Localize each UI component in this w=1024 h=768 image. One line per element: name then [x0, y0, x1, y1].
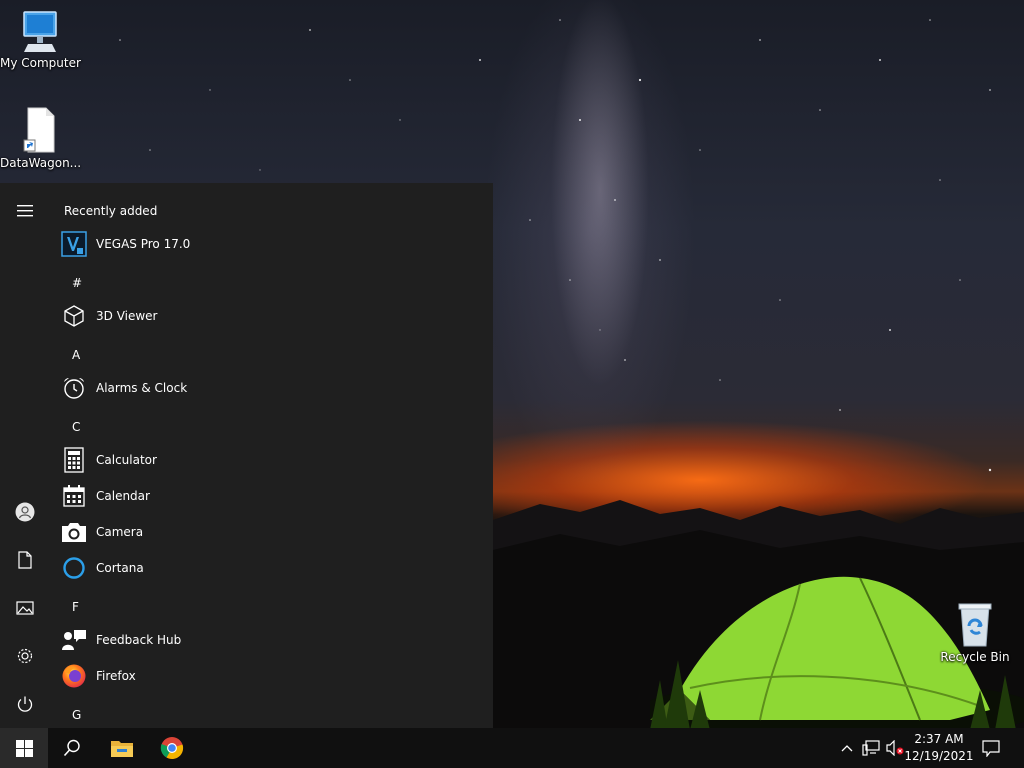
documents-icon — [18, 551, 32, 569]
cube-icon — [60, 302, 88, 330]
chrome-icon — [160, 737, 184, 760]
pictures-button[interactable] — [0, 586, 50, 630]
firefox-icon — [60, 662, 88, 690]
app-name: Camera — [96, 525, 144, 539]
group-letter-c[interactable]: C — [72, 420, 80, 434]
search-icon — [63, 739, 80, 757]
app-name: Calculator — [96, 453, 157, 467]
search-button[interactable] — [48, 728, 96, 768]
expand-menu-button[interactable] — [0, 189, 50, 233]
speaker-muted-icon — [886, 740, 904, 756]
chevron-up-icon — [841, 745, 853, 752]
app-name: Cortana — [96, 561, 144, 575]
documents-button[interactable] — [0, 538, 50, 582]
document-shortcut-icon — [23, 107, 55, 153]
app-item-camera[interactable]: Camera — [60, 514, 480, 550]
app-item-calendar[interactable]: Calendar — [60, 478, 480, 514]
app-name: Alarms & Clock — [96, 381, 188, 395]
desktop-icon-datawagon[interactable]: DataWagon... — [0, 106, 82, 170]
app-item-3d-viewer[interactable]: 3D Viewer — [60, 298, 480, 334]
feedback-icon — [60, 626, 88, 654]
show-hidden-icons-button[interactable] — [836, 728, 858, 768]
app-name: VEGAS Pro 17.0 — [96, 237, 191, 251]
file-explorer-button[interactable] — [98, 728, 146, 768]
desktop-icon-recycle-bin[interactable]: Recycle Bin — [935, 602, 1015, 664]
desktop-icon-label: My Computer — [0, 56, 81, 70]
alarm-clock-icon — [60, 374, 88, 402]
app-item-cortana[interactable]: Cortana — [60, 550, 480, 586]
action-center-button[interactable] — [976, 728, 1006, 768]
group-letter-hash[interactable]: # — [72, 276, 82, 290]
network-icon — [862, 740, 880, 756]
app-item-alarms-clock[interactable]: Alarms & Clock — [60, 370, 480, 406]
power-button[interactable] — [0, 682, 50, 726]
calculator-icon — [60, 446, 88, 474]
settings-icon — [17, 648, 33, 664]
taskbar-clock[interactable]: 2:37 AM 12/19/2021 — [904, 731, 974, 765]
app-item-calculator[interactable]: Calculator — [60, 442, 480, 478]
app-item-vegas-pro[interactable]: VEGAS Pro 17.0 — [60, 226, 480, 262]
calendar-icon — [60, 482, 88, 510]
chrome-button[interactable] — [148, 728, 196, 768]
desktop-icon-label: DataWagon... — [0, 156, 82, 170]
volume-button[interactable] — [884, 728, 906, 768]
group-letter-a[interactable]: A — [72, 348, 80, 362]
vegas-icon — [60, 230, 88, 258]
hamburger-icon — [17, 205, 33, 217]
monitor-icon — [23, 11, 57, 52]
app-name: Calendar — [96, 489, 150, 503]
taskbar: 2:37 AM 12/19/2021 — [0, 728, 1024, 768]
camera-icon — [60, 518, 88, 546]
app-item-firefox[interactable]: Firefox — [60, 658, 480, 694]
start-menu: Recently added VEGAS Pro 17.0 # 3D Viewe… — [0, 183, 493, 728]
power-icon — [17, 696, 33, 712]
clock-date: 12/19/2021 — [904, 749, 974, 763]
recycle-bin-icon — [958, 603, 992, 647]
app-name: Feedback Hub — [96, 633, 182, 647]
group-letter-f[interactable]: F — [72, 600, 79, 614]
start-button[interactable] — [0, 728, 48, 768]
file-explorer-icon — [111, 741, 133, 757]
pictures-icon — [16, 601, 34, 615]
settings-button[interactable] — [0, 634, 50, 678]
network-button[interactable] — [860, 728, 882, 768]
start-menu-rail — [0, 183, 50, 728]
recently-added-header: Recently added — [64, 204, 158, 218]
user-icon — [15, 502, 35, 522]
notification-icon — [982, 739, 1000, 757]
app-name: 3D Viewer — [96, 309, 158, 323]
group-letter-g[interactable]: G — [72, 708, 81, 722]
clock-time: 2:37 AM — [914, 732, 964, 746]
app-list: Recently added VEGAS Pro 17.0 # 3D Viewe… — [50, 183, 493, 728]
desktop-icon-my-computer[interactable]: My Computer — [0, 10, 81, 70]
desktop-icon-label: Recycle Bin — [940, 650, 1010, 664]
app-item-feedback-hub[interactable]: Feedback Hub — [60, 622, 480, 658]
cortana-icon — [60, 554, 88, 582]
windows-logo-icon — [15, 739, 33, 757]
app-name: Firefox — [96, 669, 136, 683]
user-account-button[interactable] — [0, 490, 50, 534]
